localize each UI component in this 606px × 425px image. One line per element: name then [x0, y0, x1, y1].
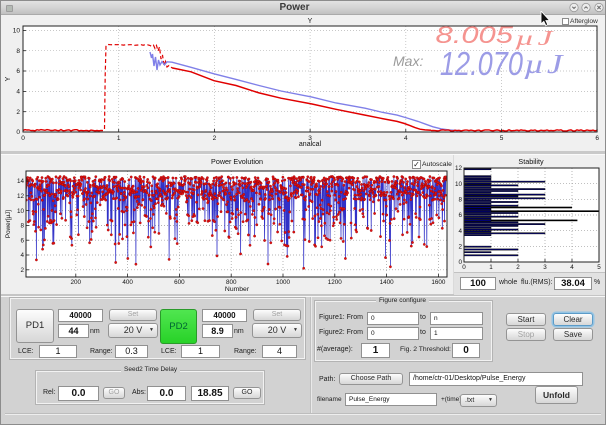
svg-text:12: 12	[455, 165, 463, 172]
svg-text:4: 4	[404, 135, 408, 142]
svg-text:Number: Number	[225, 286, 250, 293]
svg-text:3: 3	[543, 264, 547, 271]
svg-text:0: 0	[16, 129, 20, 136]
svg-text:4: 4	[458, 228, 462, 235]
svg-text:1600: 1600	[431, 279, 446, 286]
svg-text:5: 5	[597, 264, 601, 271]
svg-text:Stability: Stability	[518, 157, 544, 166]
svg-text:Power[µJ]: Power[µJ]	[5, 210, 12, 238]
svg-text:0: 0	[21, 135, 25, 142]
svg-text:2: 2	[458, 244, 462, 251]
svg-text:800: 800	[226, 279, 237, 286]
svg-text:200: 200	[71, 279, 82, 286]
svg-text:400: 400	[122, 279, 133, 286]
svg-text:6: 6	[458, 212, 462, 219]
svg-text:14: 14	[17, 178, 25, 185]
svg-text:1: 1	[117, 135, 121, 142]
svg-text:1: 1	[489, 264, 493, 271]
svg-text:2: 2	[20, 267, 24, 274]
svg-text:1000: 1000	[276, 279, 291, 286]
svg-text:4: 4	[16, 89, 20, 96]
svg-text:1200: 1200	[328, 279, 343, 286]
svg-text:600: 600	[174, 279, 185, 286]
svg-text:10: 10	[13, 28, 21, 35]
svg-text:0: 0	[462, 264, 466, 271]
svg-text:4: 4	[20, 252, 24, 259]
svg-text:2: 2	[213, 135, 217, 142]
svg-text:Power Evolution: Power Evolution	[211, 157, 263, 166]
svg-text:6: 6	[20, 237, 24, 244]
svg-text:analcal: analcal	[299, 141, 322, 148]
svg-text:4: 4	[570, 264, 574, 271]
svg-text:8: 8	[16, 48, 20, 55]
svg-text:2: 2	[16, 109, 20, 116]
svg-text:0: 0	[458, 259, 462, 266]
svg-text:2: 2	[516, 264, 520, 271]
svg-text:12: 12	[17, 193, 25, 200]
svg-text:Y: Y	[5, 76, 12, 81]
svg-text:8: 8	[458, 197, 462, 204]
svg-text:6: 6	[595, 135, 599, 142]
svg-text:6: 6	[16, 68, 20, 75]
svg-text:5: 5	[500, 135, 504, 142]
svg-text:1400: 1400	[380, 279, 395, 286]
svg-text:8: 8	[20, 223, 24, 230]
svg-text:10: 10	[17, 208, 25, 215]
svg-text:10: 10	[455, 181, 463, 188]
